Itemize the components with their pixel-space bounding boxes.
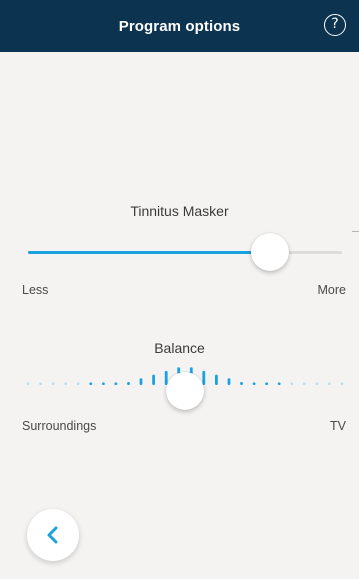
balance-max-label: TV <box>330 419 346 433</box>
balance-level-mark <box>152 374 155 385</box>
balance-level-mark <box>139 378 143 385</box>
balance-level-mark <box>340 382 344 385</box>
balance-level-mark <box>114 382 118 385</box>
balance-level-mark <box>215 374 218 385</box>
tinnitus-masker-title: Tinnitus Masker <box>130 203 229 219</box>
balance-level-mark <box>102 382 105 385</box>
balance-min-label: Surroundings <box>22 419 97 433</box>
tinnitus-masker-fill <box>28 251 270 254</box>
question-circle-icon: ? <box>331 16 339 32</box>
masker-min-label: Less <box>22 283 49 297</box>
balance-level-mark <box>26 382 30 385</box>
tinnitus-masker-thumb[interactable] <box>250 233 289 271</box>
balance-title: Balance <box>154 340 205 356</box>
balance-level-mark <box>127 382 130 385</box>
chevron-left-icon <box>47 526 58 544</box>
edge-marker <box>352 231 359 232</box>
balance-level-mark <box>64 382 68 385</box>
balance-level-mark <box>315 382 319 385</box>
balance-level-mark <box>227 378 231 385</box>
balance-level-mark <box>240 382 243 385</box>
back-button[interactable] <box>27 509 79 561</box>
page-title: Program options <box>118 17 241 35</box>
top-bar: Program options ? <box>0 0 359 52</box>
help-button[interactable]: ? <box>324 14 346 36</box>
balance-level-mark <box>328 382 331 385</box>
balance-level-mark <box>252 382 256 385</box>
balance-level-mark <box>290 382 294 385</box>
balance-level-mark <box>39 382 42 385</box>
balance-thumb[interactable] <box>166 372 204 410</box>
balance-level-mark <box>302 382 306 385</box>
masker-max-label: More <box>317 283 346 297</box>
balance-level-mark <box>202 370 206 385</box>
tinnitus-masker-slider[interactable] <box>28 251 342 254</box>
balance-level-mark <box>51 382 55 385</box>
balance-level-mark <box>277 382 281 385</box>
balance-level-mark <box>265 382 268 385</box>
balance-level-mark <box>76 382 80 385</box>
balance-level-mark <box>89 382 93 385</box>
